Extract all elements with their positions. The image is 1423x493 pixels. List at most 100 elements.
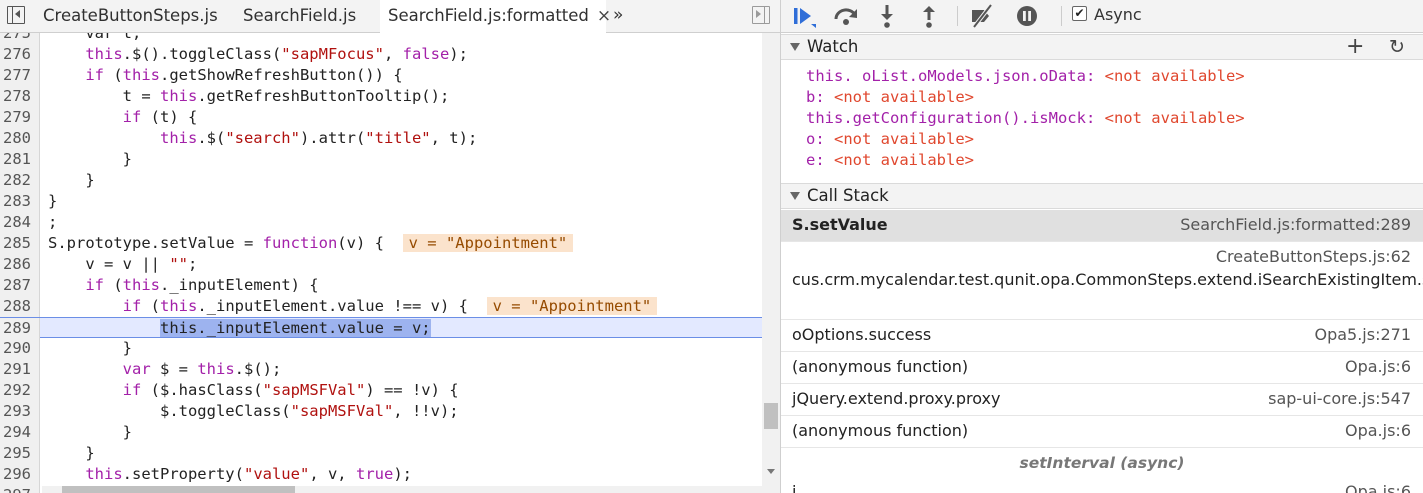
more-tabs-button[interactable]: » bbox=[613, 0, 623, 30]
code-line[interactable]: 287 if (this._inputElement) { bbox=[0, 275, 762, 296]
line-number[interactable]: 277 bbox=[0, 65, 40, 86]
watch-expression-name: this. oList.oModels.json.oData: bbox=[806, 67, 1096, 85]
line-number[interactable]: 275 bbox=[0, 33, 40, 44]
toggle-debugger-icon[interactable] bbox=[752, 6, 770, 24]
code-token: } bbox=[48, 423, 132, 441]
code-line[interactable]: 281 } bbox=[0, 149, 762, 170]
line-number[interactable]: 294 bbox=[0, 422, 40, 443]
code-line[interactable]: 293 $.toggleClass("sapMSFVal", !!v); bbox=[0, 401, 762, 422]
code-token: .$( bbox=[197, 129, 226, 147]
call-stack-frame[interactable]: oOptions.success Opa5.js:271 bbox=[781, 320, 1423, 352]
code-line[interactable]: 278 t = this.getRefreshButtonTooltip(); bbox=[0, 86, 762, 107]
code-line[interactable]: 277 if (this.getShowRefreshButton()) { bbox=[0, 65, 762, 86]
toggle-navigator-icon[interactable] bbox=[7, 6, 25, 24]
watch-expression[interactable]: e: <not available> bbox=[806, 150, 974, 171]
editor-tab[interactable]: SearchField.js bbox=[243, 0, 356, 32]
code-line[interactable]: 284; bbox=[0, 212, 762, 233]
call-stack-frame[interactable]: S.setValue SearchField.js:formatted:289 bbox=[781, 210, 1423, 242]
close-tab-icon[interactable]: × bbox=[597, 6, 611, 26]
frame-location-link[interactable]: Opa.js:6 bbox=[1345, 421, 1411, 440]
scroll-down-arrow-icon[interactable] bbox=[767, 469, 775, 474]
code-line[interactable]: 279 if (t) { bbox=[0, 107, 762, 128]
line-number[interactable]: 289 bbox=[0, 318, 40, 339]
editor-tab[interactable]: CreateButtonSteps.js bbox=[43, 0, 218, 32]
deactivate-breakpoints-icon[interactable] bbox=[968, 3, 996, 29]
watch-expression[interactable]: this. oList.oModels.json.oData: <not ava… bbox=[806, 66, 1245, 87]
line-number[interactable]: 284 bbox=[0, 212, 40, 233]
code-line[interactable]: 286 v = v || ""; bbox=[0, 254, 762, 275]
call-stack-frame[interactable]: i Opa.js:6 bbox=[781, 478, 1423, 493]
code-token: "title" bbox=[365, 129, 431, 147]
step-into-icon[interactable] bbox=[873, 3, 901, 29]
code-line[interactable]: 295 } bbox=[0, 443, 762, 464]
watch-expression[interactable]: o: <not available> bbox=[806, 129, 974, 150]
line-number[interactable]: 286 bbox=[0, 254, 40, 275]
watch-expression-name: e: bbox=[806, 151, 825, 169]
resume-icon[interactable] bbox=[789, 3, 817, 29]
frame-location-link[interactable]: sap-ui-core.js:547 bbox=[1268, 389, 1411, 408]
add-watch-icon[interactable]: + bbox=[1346, 35, 1364, 59]
call-stack-frame[interactable]: (anonymous function) Opa.js:6 bbox=[781, 416, 1423, 448]
code-line[interactable]: 290 } bbox=[0, 338, 762, 359]
call-stack-frame[interactable]: jQuery.extend.proxy.proxy sap-ui-core.js:… bbox=[781, 384, 1423, 416]
sources-panel: CreateButtonSteps.js SearchField.js Search… bbox=[0, 0, 781, 493]
editor-horizontal-scrollbar[interactable] bbox=[42, 486, 762, 493]
call-stack-frame[interactable]: cus.crm.mycalendar.test.qunit.opa.Common… bbox=[781, 242, 1423, 320]
line-number[interactable]: 296 bbox=[0, 464, 40, 485]
code-line[interactable]: 275 var t; bbox=[0, 33, 762, 44]
code-token: ( bbox=[141, 297, 160, 315]
line-number[interactable]: 295 bbox=[0, 443, 40, 464]
line-number[interactable]: 291 bbox=[0, 359, 40, 380]
line-number[interactable]: 280 bbox=[0, 128, 40, 149]
code-line[interactable]: 283} bbox=[0, 191, 762, 212]
line-number[interactable]: 292 bbox=[0, 380, 40, 401]
line-number[interactable]: 281 bbox=[0, 149, 40, 170]
frame-location-link[interactable]: CreateButtonSteps.js:62 bbox=[1216, 247, 1411, 266]
line-number[interactable]: 288 bbox=[0, 296, 40, 317]
line-number[interactable]: 276 bbox=[0, 44, 40, 65]
code-editor[interactable]: 275 var t; 276 this.$().toggleClass("sapM… bbox=[0, 33, 780, 493]
watch-expression[interactable]: this.getConfiguration().isMock: <not ava… bbox=[806, 108, 1245, 129]
call-stack-header[interactable]: Call Stack bbox=[781, 183, 1423, 209]
pause-on-exceptions-icon[interactable] bbox=[1013, 3, 1041, 29]
current-execution-line[interactable]: 289 this._inputElement.value = v; bbox=[0, 317, 762, 339]
step-out-icon[interactable] bbox=[915, 3, 943, 29]
horizontal-scrollbar-thumb[interactable] bbox=[62, 486, 295, 493]
code-line[interactable]: 285 S.prototype.setValue = function(v) { … bbox=[0, 233, 762, 254]
line-number[interactable]: 279 bbox=[0, 107, 40, 128]
async-checkbox[interactable]: ✔ bbox=[1072, 6, 1087, 21]
watch-expression[interactable]: b: <not available> bbox=[806, 87, 974, 108]
line-number[interactable]: 282 bbox=[0, 170, 40, 191]
code-line[interactable]: 291 var $ = this.$(); bbox=[0, 359, 762, 380]
line-number[interactable]: 293 bbox=[0, 401, 40, 422]
code-line[interactable]: 296 this.setProperty("value", v, true); bbox=[0, 464, 762, 485]
line-number[interactable]: 290 bbox=[0, 338, 40, 359]
code-token: .setProperty( bbox=[122, 465, 244, 483]
frame-location-link[interactable]: SearchField.js:formatted:289 bbox=[1180, 215, 1411, 234]
line-number[interactable]: 283 bbox=[0, 191, 40, 212]
code-line[interactable]: 288 if (this._inputElement.value !== v) … bbox=[0, 296, 762, 317]
debugger-sidebar: ✔ Async Watch + ↻ this. oList.oModels.js… bbox=[781, 0, 1423, 493]
line-number[interactable]: 287 bbox=[0, 275, 40, 296]
scrollbar-thumb[interactable] bbox=[764, 403, 778, 429]
code-text: this.$("search").attr("title", t); bbox=[48, 128, 477, 149]
line-number[interactable]: 285 bbox=[0, 233, 40, 254]
code-line[interactable]: 294 } bbox=[0, 422, 762, 443]
call-stack-frame[interactable]: (anonymous function) Opa.js:6 bbox=[781, 352, 1423, 384]
frame-location-link[interactable]: Opa.js:6 bbox=[1345, 482, 1411, 493]
refresh-watch-icon[interactable]: ↻ bbox=[1389, 35, 1405, 59]
frame-location-link[interactable]: Opa.js:6 bbox=[1345, 357, 1411, 376]
line-number[interactable]: 278 bbox=[0, 86, 40, 107]
frame-location-link[interactable]: Opa5.js:271 bbox=[1314, 325, 1411, 344]
code-line[interactable]: 282 } bbox=[0, 170, 762, 191]
code-line[interactable]: 292 if ($.hasClass("sapMSFVal") == !v) { bbox=[0, 380, 762, 401]
code-text: } bbox=[48, 338, 132, 359]
editor-vertical-scrollbar[interactable] bbox=[762, 33, 780, 493]
code-text: this.setProperty("value", v, true); bbox=[48, 464, 412, 485]
code-line[interactable]: 280 this.$("search").attr("title", t); bbox=[0, 128, 762, 149]
editor-tab[interactable]: SearchField.js:formatted × bbox=[380, 0, 611, 33]
line-number[interactable]: 297 bbox=[0, 485, 40, 493]
watch-header[interactable]: Watch + ↻ bbox=[781, 34, 1423, 60]
step-over-icon[interactable] bbox=[832, 3, 860, 29]
code-line[interactable]: 276 this.$().toggleClass("sapMFocus", fa… bbox=[0, 44, 762, 65]
